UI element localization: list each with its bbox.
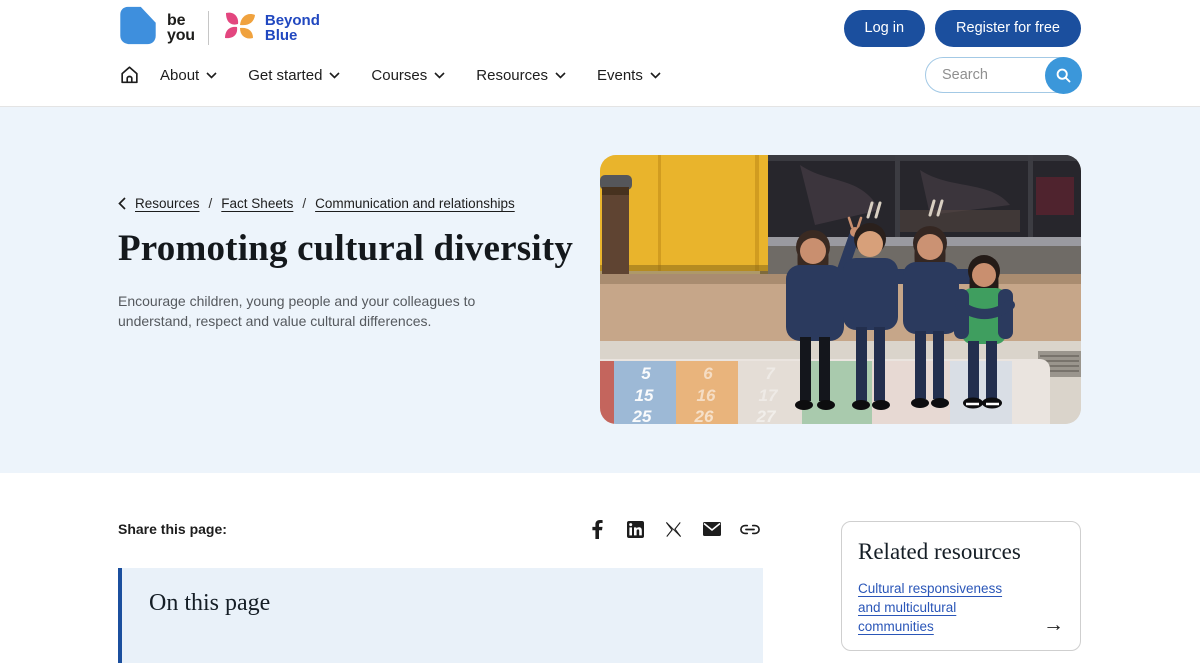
- logo-divider: [208, 11, 209, 45]
- login-button[interactable]: Log in: [844, 10, 926, 47]
- svg-text:25: 25: [632, 407, 652, 424]
- share-row: Share this page:: [118, 517, 763, 541]
- nav-label: Get started: [248, 67, 322, 84]
- search-icon: [1055, 67, 1072, 84]
- related-resources-title: Related resources: [858, 539, 1064, 565]
- breadcrumb: Resources / Fact Sheets / Communication …: [118, 196, 592, 211]
- beyou-logo-link[interactable]: be you Beyond Blue: [118, 5, 320, 51]
- on-this-page-title: On this page: [149, 590, 763, 617]
- on-this-page-panel: On this page: [118, 568, 763, 663]
- breadcrumb-link-communication[interactable]: Communication and relationships: [315, 196, 515, 211]
- breadcrumb-link-resources[interactable]: Resources: [135, 196, 200, 211]
- svg-text:26: 26: [694, 407, 714, 424]
- content-section: Share this page: On this: [0, 473, 1200, 663]
- beyondblue-logo-text: Beyond Blue: [265, 13, 320, 44]
- share-label: Share this page:: [118, 521, 227, 537]
- svg-text:7: 7: [765, 364, 776, 383]
- search-button[interactable]: [1045, 57, 1082, 94]
- search-box: [925, 57, 1081, 93]
- nav-label: Resources: [476, 67, 548, 84]
- chevron-down-icon: [650, 72, 661, 79]
- beyou-logo-icon: [118, 5, 158, 51]
- x-twitter-icon[interactable]: [660, 519, 687, 539]
- copy-link-icon[interactable]: [736, 519, 763, 539]
- beyondblue-butterfly-icon: [222, 9, 258, 48]
- nav-item-get-started[interactable]: Get started: [248, 67, 340, 84]
- related-resource-item[interactable]: Cultural responsiveness and multicultura…: [858, 580, 1064, 637]
- breadcrumb-separator: /: [209, 196, 213, 211]
- arrow-right-icon[interactable]: →: [1043, 614, 1064, 637]
- chevron-down-icon: [206, 72, 217, 79]
- search-input[interactable]: [940, 66, 1032, 84]
- svg-text:6: 6: [703, 364, 713, 383]
- nav-item-courses[interactable]: Courses: [371, 67, 445, 84]
- hero-text-column: Resources / Fact Sheets / Communication …: [118, 155, 592, 473]
- nav-label: Courses: [371, 67, 427, 84]
- page-title: Promoting cultural diversity: [118, 224, 592, 274]
- breadcrumb-separator: /: [302, 196, 306, 211]
- linkedin-icon[interactable]: [622, 519, 649, 539]
- share-icons: [584, 519, 763, 539]
- svg-text:15: 15: [635, 386, 654, 405]
- chevron-left-icon: [118, 197, 126, 210]
- main-column: Share this page: On this: [118, 517, 763, 663]
- svg-text:17: 17: [759, 386, 779, 405]
- home-icon[interactable]: [118, 64, 141, 86]
- main-navigation: About Get started Courses Resources Even…: [118, 50, 1081, 100]
- hero-section: Resources / Fact Sheets / Communication …: [0, 107, 1200, 473]
- breadcrumb-link-fact-sheets[interactable]: Fact Sheets: [221, 196, 293, 211]
- svg-text:5: 5: [641, 364, 651, 383]
- chevron-down-icon: [555, 72, 566, 79]
- page-subtitle: Encourage children, young people and you…: [118, 291, 520, 332]
- nav-item-about[interactable]: About: [160, 67, 217, 84]
- nav-label: About: [160, 67, 199, 84]
- nav-item-events[interactable]: Events: [597, 67, 661, 84]
- facebook-icon[interactable]: [584, 519, 611, 539]
- svg-text:16: 16: [697, 386, 716, 405]
- site-header: be you Beyond Blue Log in Register for f…: [0, 0, 1200, 107]
- email-icon[interactable]: [698, 519, 725, 539]
- nav-label: Events: [597, 67, 643, 84]
- register-button[interactable]: Register for free: [935, 10, 1081, 47]
- beyou-logo-text: be you: [167, 13, 195, 43]
- chevron-down-icon: [434, 72, 445, 79]
- header-actions: Log in Register for free: [844, 10, 1081, 47]
- related-resource-link[interactable]: Cultural responsiveness and multicultura…: [858, 580, 1026, 637]
- svg-text:27: 27: [756, 407, 777, 424]
- related-resources-card: Related resources Cultural responsivenes…: [841, 521, 1081, 651]
- header-top-row: be you Beyond Blue Log in Register for f…: [118, 0, 1081, 50]
- nav-items: About Get started Courses Resources Even…: [160, 67, 661, 84]
- nav-item-resources[interactable]: Resources: [476, 67, 566, 84]
- chevron-down-icon: [329, 72, 340, 79]
- hero-image: 5 15 25 6 16 26 7 17 27: [600, 155, 1081, 424]
